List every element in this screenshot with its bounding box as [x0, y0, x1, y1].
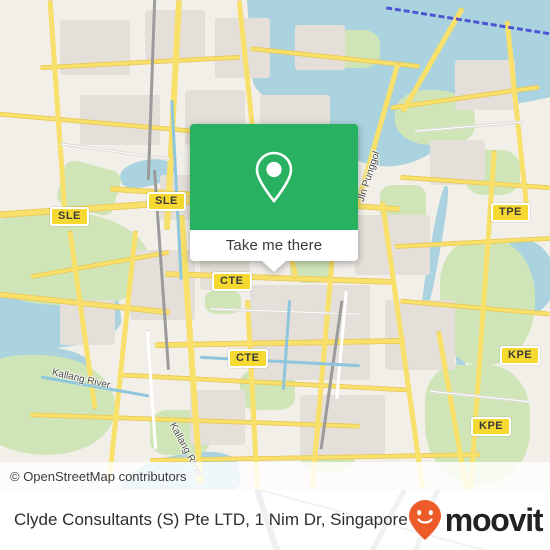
highway-shield-tpe-4: TPE [491, 203, 530, 222]
map-pin-icon [255, 151, 293, 204]
highway-shield-kpe-5: KPE [500, 346, 541, 365]
callout-pointer [262, 261, 286, 272]
highway-shield-cte-3: CTE [228, 349, 268, 368]
screenshot-root: SLE SLE CTE CTE TPE KPE KPE Kallang River Kalla… [0, 0, 550, 550]
moovit-wordmark: moovit [444, 502, 544, 538]
place-address-label: Clyde Consultants (S) Pte LTD, 1 Nim Dr,… [14, 510, 408, 529]
map-attribution[interactable]: © OpenStreetMap contributors [0, 462, 550, 490]
bottom-bar: Clyde Consultants (S) Pte LTD, 1 Nim Dr,… [0, 490, 550, 550]
moovit-logo[interactable]: moovit [408, 499, 544, 541]
urban-block [455, 60, 515, 110]
highway-shield-cte-2: CTE [212, 272, 252, 291]
map-canvas[interactable]: SLE SLE CTE CTE TPE KPE KPE Kallang River Kalla… [0, 0, 550, 490]
highway-shield-kpe-6: KPE [471, 417, 512, 436]
callout-icon-area [190, 124, 358, 230]
urban-block [295, 25, 345, 70]
location-callout-card[interactable]: Take me there [190, 124, 358, 272]
take-me-there-button[interactable]: Take me there [190, 230, 358, 261]
highway-shield-sle-1: SLE [147, 192, 186, 211]
moovit-pin-smiley-icon [408, 500, 441, 540]
highway-shield-sle-0: SLE [50, 207, 89, 226]
